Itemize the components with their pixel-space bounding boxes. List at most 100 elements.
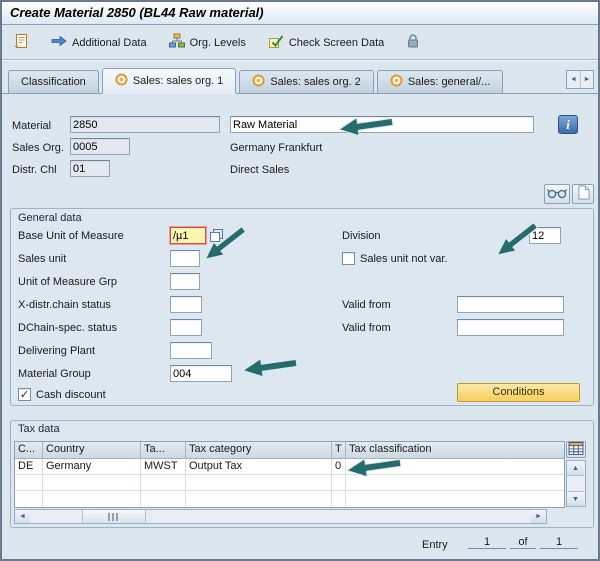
tax-cell-empty — [141, 491, 186, 507]
tab-scroll-left-button[interactable]: ◄ — [567, 71, 580, 88]
tax-cell-empty — [15, 491, 43, 507]
material-field — [70, 116, 220, 133]
tab-scroll-right-button[interactable]: ► — [580, 71, 593, 88]
table-settings-button[interactable] — [566, 441, 586, 458]
tax-cell-tax-classification[interactable] — [346, 459, 564, 475]
tax-col-tax-category[interactable]: Tax category — [186, 442, 332, 459]
tab-strip: Classification Sales: sales org. 1 Sales… — [2, 64, 598, 94]
screen-tab-icon — [252, 74, 265, 90]
tax-cell-tax-type[interactable]: MWST — [141, 459, 186, 475]
tax-col-tax-classification[interactable]: Tax classification — [346, 442, 564, 459]
tax-col-t[interactable]: T — [332, 442, 346, 459]
tax-cell-t[interactable]: 0 — [332, 459, 346, 475]
sales-unit-not-var-checkbox[interactable] — [342, 252, 355, 265]
sap-window: Create Material 2850 (BL44 Raw material)… — [0, 0, 600, 561]
tax-cell-empty — [141, 475, 186, 491]
tax-table-header-row: C... Country Ta... Tax category T Tax cl… — [15, 442, 564, 459]
vertical-scroll-track[interactable] — [567, 476, 585, 491]
tax-cell-country[interactable]: Germany — [43, 459, 141, 475]
material-label: Material — [12, 120, 51, 132]
tax-col-ta[interactable]: Ta... — [141, 442, 186, 459]
division-label: Division — [342, 230, 381, 242]
sales-org-description: Germany Frankfurt — [230, 142, 322, 154]
dchain-status-field[interactable] — [170, 319, 202, 336]
xdistr-status-field[interactable] — [170, 296, 202, 313]
tax-cell-empty — [332, 475, 346, 491]
dchain-status-label: DChain-spec. status — [18, 322, 117, 334]
horizontal-scroll-thumb[interactable] — [82, 510, 146, 523]
lock-button[interactable] — [403, 31, 423, 54]
material-group-field[interactable] — [170, 365, 232, 382]
tab-classification-label: Classification — [21, 76, 86, 88]
org-levels-label: Org. Levels — [190, 37, 246, 49]
org-levels-button[interactable]: Org. Levels — [166, 31, 249, 54]
tax-cell-empty — [15, 475, 43, 491]
entry-current: 1 — [468, 536, 506, 549]
sales-unit-not-var-label: Sales unit not var. — [360, 253, 447, 265]
blank-page-icon — [577, 185, 590, 203]
entry-of-label: of — [510, 536, 536, 549]
additional-data-label: Additional Data — [72, 37, 147, 49]
sales-unit-label: Sales unit — [18, 253, 66, 265]
tax-cell-empty — [346, 475, 564, 491]
new-page-button[interactable] — [572, 184, 594, 204]
scroll-left-button[interactable]: ◄ — [15, 510, 30, 523]
valid-from-2-field[interactable] — [457, 319, 564, 336]
window-title: Create Material 2850 (BL44 Raw material) — [2, 2, 598, 25]
valid-from-label: Valid from — [342, 299, 391, 311]
general-data-title: General data — [18, 212, 82, 224]
uom-grp-label: Unit of Measure Grp — [18, 276, 117, 288]
tax-cell-empty — [186, 475, 332, 491]
display-views-button[interactable] — [544, 184, 570, 204]
info-button[interactable]: i — [558, 115, 578, 134]
tax-table-empty-row — [15, 475, 564, 491]
tax-cell-empty — [346, 491, 564, 507]
org-chart-icon — [169, 33, 185, 52]
tab-sales-org-1[interactable]: Sales: sales org. 1 — [102, 68, 237, 94]
grip-dots — [108, 513, 120, 521]
tax-col-c[interactable]: C... — [15, 442, 43, 459]
base-unit-label: Base Unit of Measure — [18, 230, 124, 242]
tab-sales-general-label: Sales: general/... — [408, 76, 491, 88]
toolbar-separator — [2, 59, 598, 61]
tax-cell-tax-category[interactable]: Output Tax — [186, 459, 332, 475]
cash-discount-checkbox[interactable]: ✓ — [18, 388, 31, 401]
tax-table-vertical-scrollbar[interactable]: ▲ ▼ — [566, 460, 586, 507]
scroll-right-button[interactable]: ► — [531, 510, 546, 523]
application-toolbar: Additional Data Org. Levels Check Scre — [2, 26, 598, 59]
screen-tab-icon — [390, 74, 403, 90]
cash-discount-label: Cash discount — [36, 389, 106, 401]
sales-org-field — [70, 138, 130, 155]
sales-org-label: Sales Org. — [12, 142, 64, 154]
tab-sales-org-2[interactable]: Sales: sales org. 2 — [239, 70, 374, 93]
base-unit-field[interactable] — [170, 227, 206, 244]
tax-cell-country-key[interactable]: DE — [15, 459, 43, 475]
material-group-label: Material Group — [18, 368, 91, 380]
tax-table: C... Country Ta... Tax category T Tax cl… — [14, 441, 565, 508]
sales-unit-field[interactable] — [170, 250, 200, 267]
uom-grp-field[interactable] — [170, 273, 200, 290]
division-field[interactable] — [529, 227, 561, 244]
distr-chl-field — [70, 160, 110, 177]
conditions-button[interactable]: Conditions — [457, 383, 580, 402]
material-description-field[interactable] — [230, 116, 534, 133]
delivering-plant-field[interactable] — [170, 342, 212, 359]
xdistr-status-label: X-distr.chain status — [18, 299, 111, 311]
valid-from-field[interactable] — [457, 296, 564, 313]
tax-table-empty-row — [15, 491, 564, 507]
tax-col-country[interactable]: Country — [43, 442, 141, 459]
tab-sales-org-2-label: Sales: sales org. 2 — [270, 76, 361, 88]
scroll-up-button[interactable]: ▲ — [567, 461, 584, 476]
tab-sales-general[interactable]: Sales: general/... — [377, 70, 504, 93]
valid-from-2-label: Valid from — [342, 322, 391, 334]
copy-document-button[interactable] — [10, 31, 32, 54]
tab-classification[interactable]: Classification — [8, 70, 99, 93]
tax-table-horizontal-scrollbar[interactable]: ◄ ► — [14, 509, 547, 524]
tax-cell-empty — [332, 491, 346, 507]
scroll-down-button[interactable]: ▼ — [567, 491, 584, 506]
tab-scroll-buttons: ◄ ► — [566, 70, 594, 89]
matchcode-icon[interactable] — [209, 228, 224, 246]
tax-data-title: Tax data — [18, 423, 60, 435]
check-screen-data-button[interactable]: Check Screen Data — [265, 31, 387, 54]
additional-data-button[interactable]: Additional Data — [48, 33, 150, 52]
